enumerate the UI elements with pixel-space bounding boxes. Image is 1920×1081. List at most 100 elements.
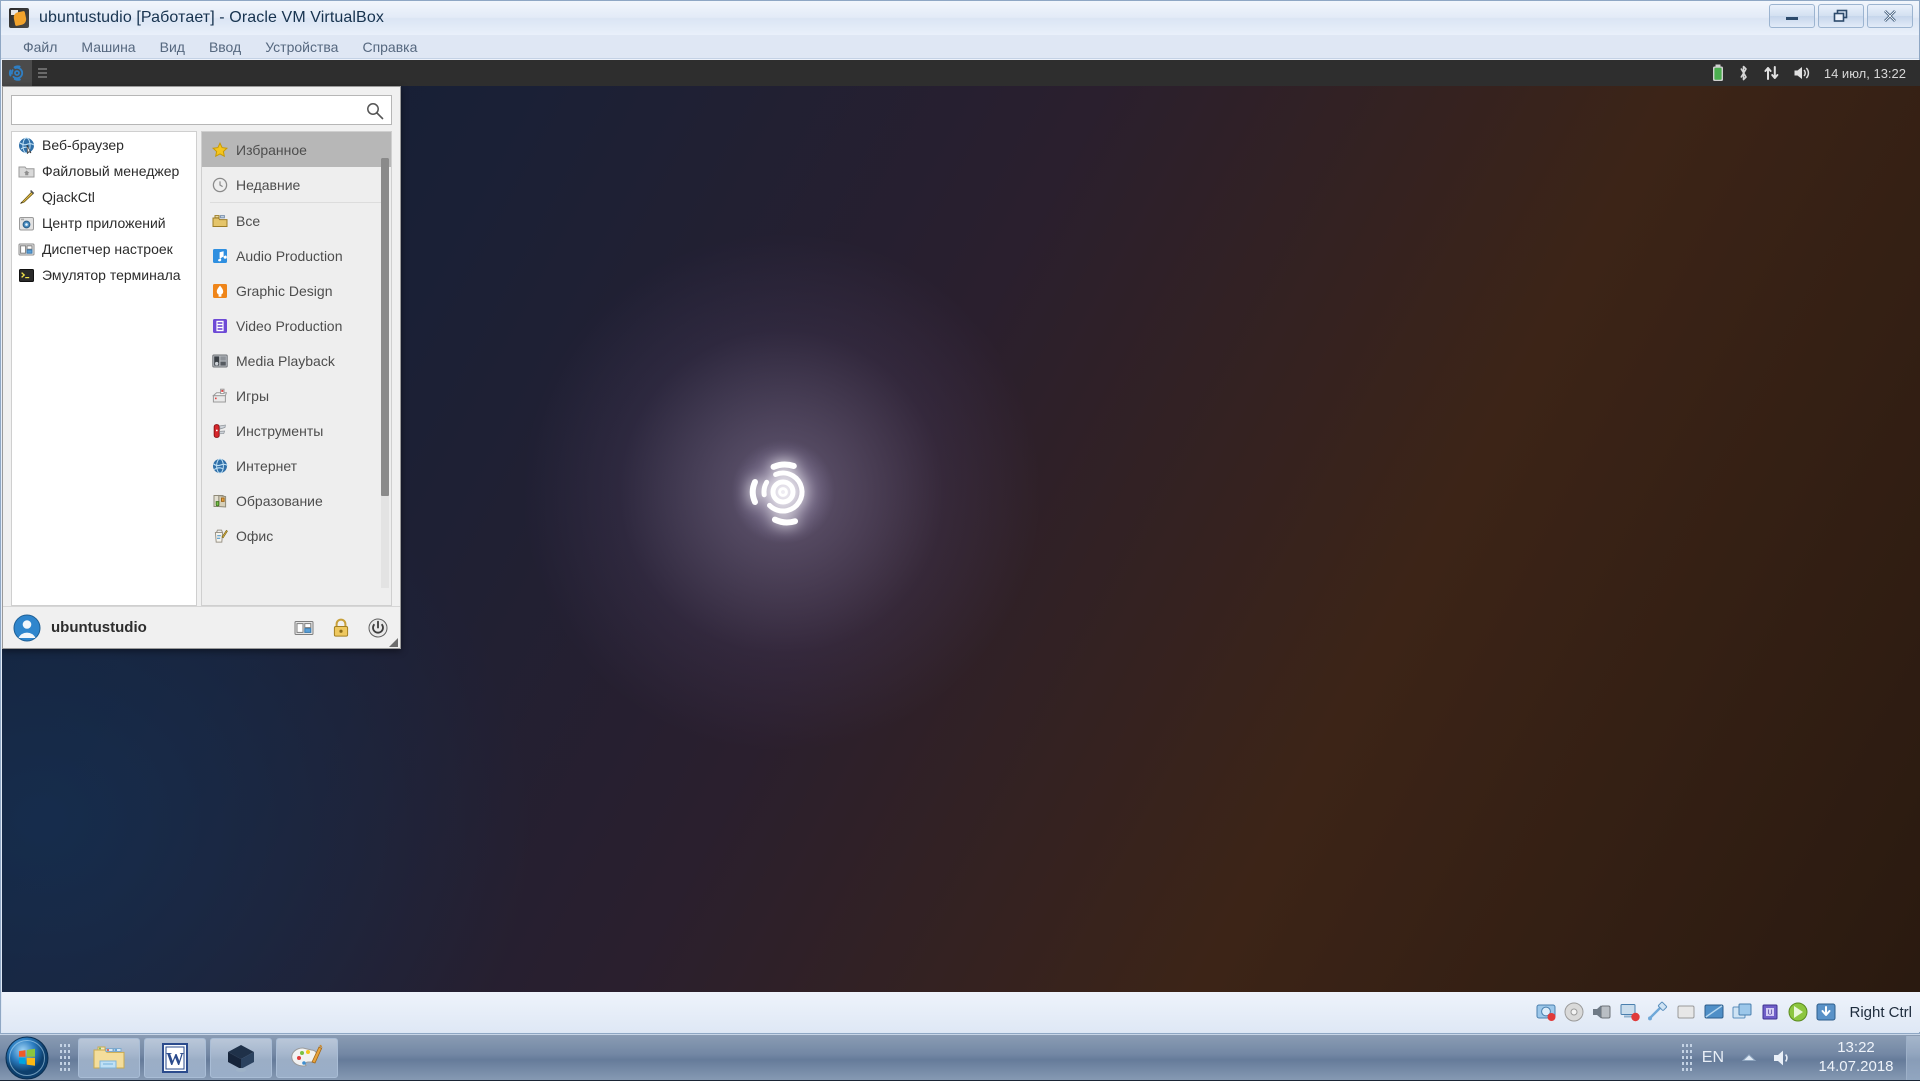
favorite-label: Диспетчер настроек	[42, 241, 173, 257]
category-graphic-design[interactable]: Graphic Design	[202, 273, 391, 308]
category-office[interactable]: Офис	[202, 518, 391, 553]
favorite-qjackctl[interactable]: QjackCtl	[12, 184, 196, 210]
language-indicator[interactable]: EN	[1702, 1049, 1724, 1067]
category-label: Graphic Design	[236, 283, 333, 299]
category-recent[interactable]: Недавние	[202, 167, 391, 202]
shared-folders-icon[interactable]	[1675, 1001, 1697, 1023]
category-label: Избранное	[236, 142, 307, 158]
menu-file[interactable]: Файл	[11, 37, 69, 57]
menu-machine[interactable]: Машина	[69, 37, 147, 57]
window-titlebar[interactable]: ubuntustudio [Работает] - Oracle VM Virt…	[1, 1, 1919, 35]
user-avatar-icon[interactable]	[13, 614, 41, 642]
vm-display[interactable]: 14 июл, 13:22	[2, 60, 1920, 993]
vbox-statusbar: U Right Ctrl	[2, 992, 1920, 1032]
favorite-label: Эмулятор терминала	[42, 267, 181, 283]
favorite-web-browser[interactable]: Веб-браузер	[12, 132, 196, 158]
menu-input[interactable]: Ввод	[197, 37, 253, 57]
clock[interactable]: 13:22 14.07.2018	[1808, 1039, 1904, 1077]
favorites-list[interactable]: Веб-браузер Файловый менеджер	[11, 131, 197, 606]
taskbar-word[interactable]: W	[144, 1038, 206, 1078]
network-icon[interactable]	[1619, 1001, 1641, 1023]
resize-grip[interactable]	[389, 638, 398, 647]
favorite-label: Центр приложений	[42, 215, 166, 231]
power-icon[interactable]	[368, 618, 388, 638]
whisker-footer: ubuntustudio	[3, 606, 400, 648]
video-capture-icon[interactable]	[1731, 1001, 1753, 1023]
hard-disk-icon[interactable]	[1535, 1001, 1557, 1023]
network-updown-icon[interactable]	[1763, 64, 1780, 82]
graphic-design-icon	[212, 283, 228, 299]
virtualbox-icon	[9, 8, 29, 28]
minimize-button[interactable]	[1769, 4, 1815, 28]
category-label: Все	[236, 213, 260, 229]
window-buttons-list[interactable]	[38, 68, 47, 78]
battery-icon[interactable]	[1712, 64, 1724, 82]
audio-icon[interactable]	[1591, 1001, 1613, 1023]
menu-devices[interactable]: Устройства	[253, 37, 350, 57]
mouse-integration-icon[interactable]	[1815, 1001, 1837, 1023]
favorite-file-manager[interactable]: Файловый менеджер	[12, 158, 196, 184]
taskbar-paint[interactable]	[276, 1038, 338, 1078]
settings-manager-icon[interactable]	[294, 618, 314, 638]
category-education[interactable]: Образование	[202, 483, 391, 518]
xfce-clock[interactable]: 14 июл, 13:22	[1824, 66, 1906, 81]
svg-text:U: U	[1768, 1010, 1773, 1017]
paint-icon	[290, 1042, 324, 1074]
games-icon	[212, 388, 228, 404]
search-box[interactable]	[11, 95, 392, 125]
favorite-label: QjackCtl	[42, 189, 95, 205]
office-icon	[212, 528, 228, 544]
category-audio-production[interactable]: Audio Production	[202, 238, 391, 273]
display-icon[interactable]	[1703, 1001, 1725, 1023]
usb-icon[interactable]	[1647, 1001, 1669, 1023]
favorite-label: Веб-браузер	[42, 137, 124, 153]
virtualbox-icon	[224, 1042, 258, 1074]
system-tray: EN 13:22 14.07.2018	[1676, 1035, 1920, 1081]
favorite-label: Файловый менеджер	[42, 163, 179, 179]
optical-disk-icon[interactable]	[1563, 1001, 1585, 1023]
file-manager-icon	[18, 163, 35, 180]
category-scrollbar[interactable]	[381, 158, 389, 588]
favorite-software-center[interactable]: Центр приложений	[12, 210, 196, 236]
menu-help[interactable]: Справка	[350, 37, 429, 57]
cpu-icon[interactable]: U	[1759, 1001, 1781, 1023]
favorite-settings-manager[interactable]: Диспетчер настроек	[12, 236, 196, 262]
settings-manager-icon	[18, 241, 35, 258]
category-internet[interactable]: Интернет	[202, 448, 391, 483]
category-video-production[interactable]: Video Production	[202, 308, 391, 343]
volume-icon[interactable]	[1793, 64, 1811, 82]
taskbar-virtualbox[interactable]	[210, 1038, 272, 1078]
category-games[interactable]: Игры	[202, 378, 391, 413]
education-icon	[212, 493, 228, 509]
favorite-terminal[interactable]: Эмулятор терминала	[12, 262, 196, 288]
virtualbox-window: ubuntustudio [Работает] - Oracle VM Virt…	[0, 0, 1920, 1034]
taskbar-explorer[interactable]	[78, 1038, 140, 1078]
category-all[interactable]: Все	[202, 203, 391, 238]
ubuntustudio-logo-icon[interactable]	[2, 60, 32, 86]
taskbar-grip[interactable]	[60, 1042, 70, 1074]
show-hidden-icons-icon[interactable]	[1740, 1052, 1758, 1064]
category-label: Инструменты	[236, 423, 323, 439]
category-media-playback[interactable]: Media Playback	[202, 343, 391, 378]
guest-additions-icon[interactable]	[1787, 1001, 1809, 1023]
restore-button[interactable]	[1818, 4, 1864, 28]
media-playback-icon	[212, 353, 228, 369]
search-input[interactable]	[12, 96, 391, 124]
xfce-panel: 14 июл, 13:22	[2, 60, 1920, 86]
category-favorites[interactable]: Избранное	[202, 132, 391, 167]
volume-icon[interactable]	[1772, 1048, 1794, 1068]
clock-icon	[212, 177, 228, 193]
start-button[interactable]	[0, 1036, 54, 1080]
bluetooth-icon[interactable]	[1737, 64, 1750, 82]
menu-view[interactable]: Вид	[148, 37, 197, 57]
terminal-icon	[18, 267, 35, 284]
close-button[interactable]	[1867, 4, 1913, 28]
tray-grip[interactable]	[1682, 1042, 1692, 1074]
qjackctl-icon	[18, 189, 35, 206]
whisker-username: ubuntustudio	[51, 619, 147, 636]
lock-icon[interactable]	[332, 618, 350, 638]
show-desktop-button[interactable]	[1906, 1036, 1920, 1080]
category-list[interactable]: Избранное Недавние	[201, 131, 392, 606]
category-tools[interactable]: Инструменты	[202, 413, 391, 448]
vbox-menubar: Файл Машина Вид Ввод Устройства Справка	[1, 35, 1919, 59]
